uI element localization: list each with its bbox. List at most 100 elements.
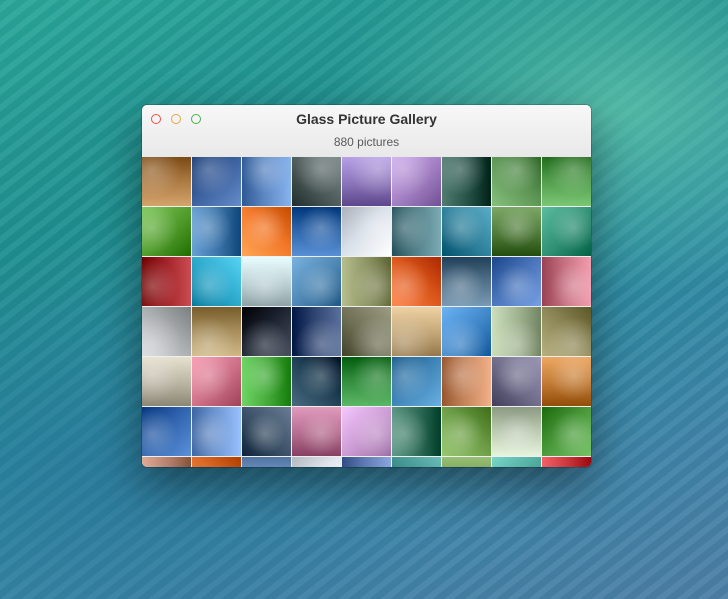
thumbnail-texture [492,207,541,256]
thumbnail[interactable] [392,457,441,467]
thumbnail[interactable] [242,407,291,456]
title-bar[interactable]: Glass Picture Gallery 880 pictures [142,105,591,157]
thumbnail[interactable] [342,307,391,356]
thumbnail-texture [342,407,391,456]
thumbnail[interactable] [542,307,591,356]
thumbnail[interactable] [142,407,191,456]
thumbnail[interactable] [542,157,591,206]
thumbnail-texture [392,307,441,356]
thumbnail-texture [442,307,491,356]
thumbnail[interactable] [242,207,291,256]
thumbnail[interactable] [442,157,491,206]
picture-count: 880 pictures [333,135,400,149]
thumbnail-texture [192,307,241,356]
gallery-window: Glass Picture Gallery 880 pictures [142,105,591,467]
thumbnail-texture [442,357,491,406]
thumbnail[interactable] [442,257,491,306]
thumbnail[interactable] [142,307,191,356]
thumbnail[interactable] [242,157,291,206]
thumbnail[interactable] [392,407,441,456]
thumbnail[interactable] [142,357,191,406]
thumbnail[interactable] [342,257,391,306]
thumbnail[interactable] [442,357,491,406]
thumbnail-texture [192,257,241,306]
thumbnail-texture [442,207,491,256]
thumbnail-texture [542,357,591,406]
thumbnail-texture [142,207,191,256]
thumbnail-texture [292,407,341,456]
thumbnail-texture [292,257,341,306]
thumbnail[interactable] [342,157,391,206]
thumbnail-texture [142,457,191,467]
thumbnail[interactable] [542,207,591,256]
thumbnail[interactable] [392,157,441,206]
thumbnail[interactable] [192,457,241,467]
thumbnail[interactable] [292,407,341,456]
thumbnail[interactable] [292,357,341,406]
thumbnail[interactable] [392,207,441,256]
thumbnail[interactable] [292,307,341,356]
thumbnail-texture [492,407,541,456]
thumbnail[interactable] [342,457,391,467]
thumbnail[interactable] [492,207,541,256]
thumbnail[interactable] [492,257,541,306]
thumbnail[interactable] [142,157,191,206]
thumbnail[interactable] [542,407,591,456]
thumbnail[interactable] [442,307,491,356]
thumbnail-texture [292,207,341,256]
thumbnail[interactable] [542,257,591,306]
thumbnail[interactable] [142,457,191,467]
thumbnail[interactable] [142,207,191,256]
thumbnail[interactable] [192,257,241,306]
thumbnail[interactable] [342,357,391,406]
thumbnail[interactable] [492,457,541,467]
thumbnail-texture [392,357,441,406]
thumbnail[interactable] [242,307,291,356]
thumbnail[interactable] [392,257,441,306]
thumbnail[interactable] [292,207,341,256]
thumbnail[interactable] [442,407,491,456]
thumbnail[interactable] [542,457,591,467]
thumbnail[interactable] [242,457,291,467]
thumbnail[interactable] [542,357,591,406]
thumbnail-texture [342,307,391,356]
thumbnail[interactable] [242,257,291,306]
thumbnail-texture [392,257,441,306]
thumbnail[interactable] [392,357,441,406]
thumbnail-texture [142,257,191,306]
thumbnail[interactable] [492,307,541,356]
thumbnail-texture [492,357,541,406]
thumbnail[interactable] [292,457,341,467]
thumbnail[interactable] [192,207,241,256]
thumbnail[interactable] [442,457,491,467]
thumbnail-texture [192,207,241,256]
thumbnail-texture [392,407,441,456]
thumbnail[interactable] [442,207,491,256]
thumbnail[interactable] [192,157,241,206]
thumbnail[interactable] [192,407,241,456]
thumbnail-texture [392,207,441,256]
thumbnail-texture [542,407,591,456]
thumbnail[interactable] [192,357,241,406]
thumbnail-texture [192,357,241,406]
thumbnail[interactable] [492,157,541,206]
thumbnail-texture [442,457,491,467]
thumbnail[interactable] [292,157,341,206]
thumbnail[interactable] [342,407,391,456]
thumbnail[interactable] [242,357,291,406]
thumbnail-texture [392,157,441,206]
thumbnail-texture [292,157,341,206]
thumbnail[interactable] [392,307,441,356]
thumbnail-grid[interactable] [142,157,591,467]
thumbnail-texture [542,457,591,467]
thumbnail[interactable] [492,407,541,456]
thumbnail-texture [142,357,191,406]
thumbnail[interactable] [492,357,541,406]
thumbnail[interactable] [192,307,241,356]
thumbnail-texture [242,207,291,256]
thumbnail[interactable] [142,257,191,306]
thumbnail-texture [342,457,391,467]
thumbnail[interactable] [292,257,341,306]
thumbnail[interactable] [342,207,391,256]
thumbnail-texture [492,257,541,306]
